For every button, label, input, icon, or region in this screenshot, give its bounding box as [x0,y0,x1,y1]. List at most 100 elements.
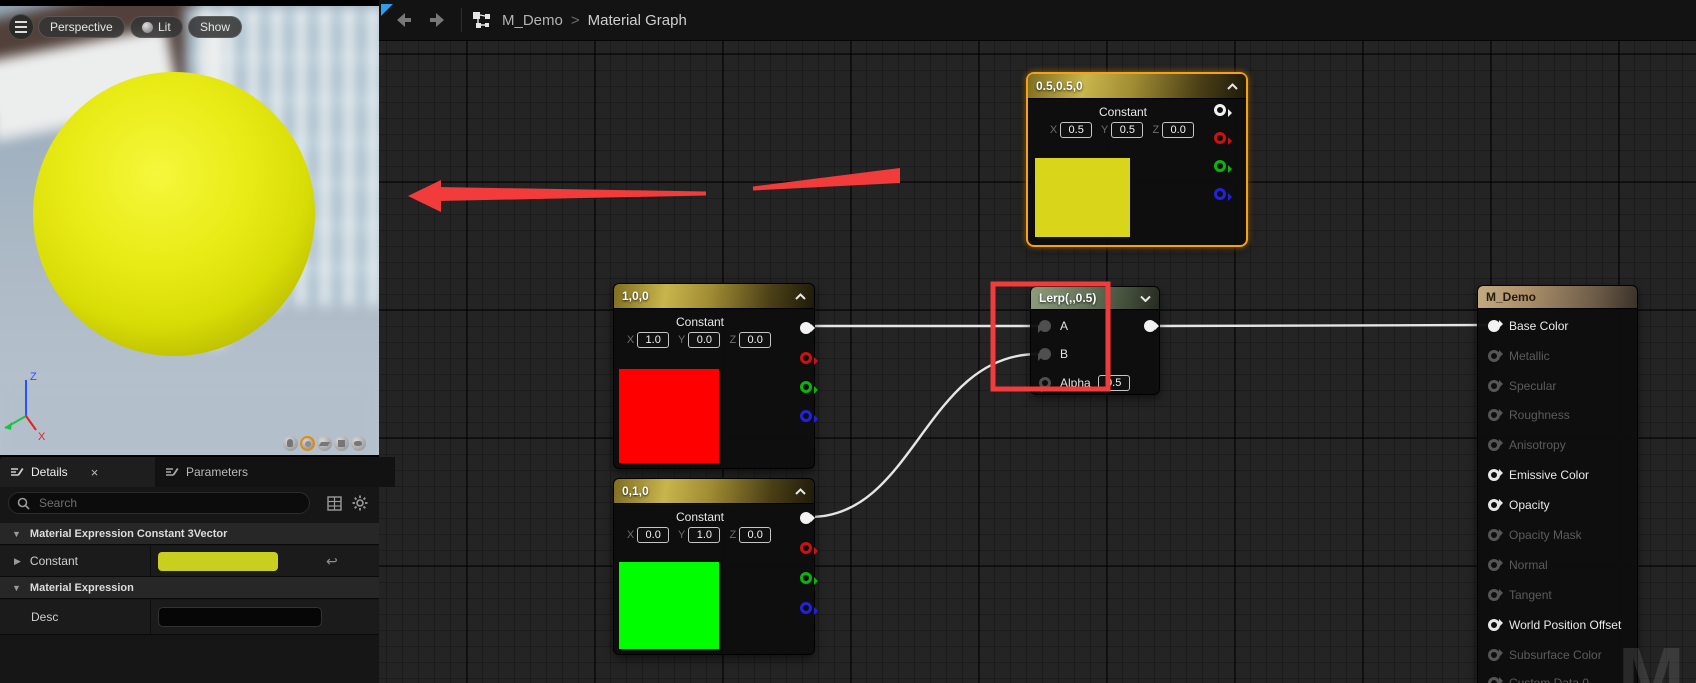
pin-row-subsurface-color[interactable]: Subsurface Color [1488,647,1602,663]
search-icon [17,497,30,510]
color-preview [619,562,719,649]
output-pin-rgb[interactable] [800,322,812,334]
mesh-cube-button[interactable] [334,436,349,451]
node-header[interactable]: M_Demo [1478,286,1637,309]
output-pin-b[interactable] [800,410,812,422]
section-material-expression[interactable]: ▼ Material Expression [0,577,379,599]
pin-row-tangent[interactable]: Tangent [1488,587,1552,603]
node-constant-half[interactable]: 0.5,0.5,0 Constant X0.5 Y0.5 Z0.0 [1026,72,1248,247]
gizmo-x-label: X [38,431,46,443]
input-pin-alpha[interactable] [1039,377,1051,389]
output-pin-rgb[interactable] [1214,104,1226,116]
output-pin-rgb[interactable] [800,512,812,524]
z-value-box[interactable]: 0.0 [1162,122,1194,138]
node-constant-red[interactable]: 1,0,0 Constant X1.0 Y0.0 Z0.0 [613,283,815,469]
collapse-chevron-up-icon[interactable] [795,488,806,495]
perspective-button[interactable]: Perspective [38,16,125,38]
node-header[interactable]: 0.5,0.5,0 [1028,74,1246,99]
panel-tab-bar: Details × Parameters [0,457,379,487]
output-pin-b[interactable] [800,602,812,614]
settings-gear-icon[interactable] [352,495,368,511]
z-value-box[interactable]: 0.0 [739,332,771,348]
collapse-chevron-up-icon[interactable] [795,293,806,300]
node-lerp[interactable]: Lerp(,,0.5) A B Alpha 0.5 [1030,286,1160,395]
output-pin-r[interactable] [800,352,812,364]
constant-color-swatch[interactable] [158,552,278,571]
forward-arrow-icon[interactable] [427,9,449,31]
x-value-box[interactable]: 0.5 [1060,122,1092,138]
output-pin-r[interactable] [800,542,812,554]
expander-right-icon[interactable]: ▶ [14,556,21,567]
details-panel: Details × Parameters [0,455,379,683]
search-input[interactable] [37,495,301,511]
pin-row-anisotropy[interactable]: Anisotropy [1488,437,1566,453]
alpha-value-box[interactable]: 0.5 [1098,375,1130,391]
parameters-tab-icon [165,466,179,478]
graph-watermark: MAT [1618,630,1696,683]
mesh-plane-button[interactable] [317,436,332,451]
node-material-result[interactable]: M_Demo Base Color Metallic Specular Roug… [1477,285,1638,683]
back-arrow-icon[interactable] [392,9,414,31]
toolbar-separator [461,8,462,32]
x-value-box[interactable]: 1.0 [637,332,669,348]
pin-row-base-color[interactable]: Base Color [1488,318,1568,334]
output-pin-r[interactable] [1214,132,1226,144]
expander-down-icon[interactable]: ▼ [12,529,21,539]
y-value-box[interactable]: 0.0 [688,332,720,348]
pin-row-roughness[interactable]: Roughness [1488,407,1570,423]
breadcrumb-material[interactable]: M_Demo [502,12,563,29]
tab-details[interactable]: Details × [0,457,172,487]
reset-to-default-icon[interactable]: ↩ [326,553,338,570]
node-header[interactable]: Lerp(,,0.5) [1031,287,1159,310]
y-value-box[interactable]: 0.5 [1111,122,1143,138]
display-filter-icon[interactable] [327,496,342,511]
expander-down-icon[interactable]: ▼ [12,583,21,593]
z-value-box[interactable]: 0.0 [739,527,771,543]
tab-parameters[interactable]: Parameters [155,457,395,487]
mesh-teapot-button[interactable] [351,436,366,451]
output-pin-b[interactable] [1214,188,1226,200]
pin-row-custom-data-0[interactable]: Custom Data 0 [1488,675,1589,683]
color-preview [1035,158,1130,237]
collapse-chevron-up-icon[interactable] [1227,83,1238,90]
lerp-input-a-row: A [1039,318,1068,334]
output-pin-g[interactable] [1214,160,1226,172]
node-type-label: Constant [614,315,814,329]
node-header[interactable]: 0,1,0 [614,479,814,504]
mesh-cylinder-button[interactable] [283,436,298,451]
lerp-input-b-row: B [1039,346,1068,362]
output-pin-g[interactable] [800,572,812,584]
x-value-box[interactable]: 0.0 [637,527,669,543]
pin-row-opacity-mask[interactable]: Opacity Mask [1488,527,1582,543]
mesh-sphere-button[interactable] [300,436,315,451]
gizmo-z-label: Z [30,371,37,383]
input-pin-a[interactable] [1039,320,1051,332]
pin-row-metallic[interactable]: Metallic [1488,348,1550,364]
node-constant-green[interactable]: 0,1,0 Constant X0.0 Y1.0 Z0.0 [613,478,815,655]
graph-icon [472,10,492,30]
pin-row-emissive-color[interactable]: Emissive Color [1488,467,1589,483]
pin-row-specular[interactable]: Specular [1488,378,1556,394]
show-button[interactable]: Show [188,16,242,38]
color-preview [619,369,719,463]
desc-input[interactable] [158,607,322,627]
pin-row-opacity[interactable]: Opacity [1488,497,1550,513]
preview-viewport[interactable]: Perspective Lit Show Z X [0,6,379,455]
lit-mode-button[interactable]: Lit [130,16,183,38]
viewport-menu-button[interactable] [8,14,34,40]
preview-sphere[interactable] [33,72,315,356]
search-box[interactable] [8,492,310,514]
output-pin[interactable] [1144,320,1156,332]
y-value-box[interactable]: 1.0 [688,527,720,543]
input-pin-b[interactable] [1039,348,1051,360]
pin-row-normal[interactable]: Normal [1488,557,1548,573]
collapse-chevron-down-icon[interactable] [1140,295,1151,302]
vector-values-row: X0.0 Y1.0 Z0.0 [614,527,814,543]
window-edge [0,0,379,6]
output-pin-g[interactable] [800,381,812,393]
section-material-expression-constant-3vector[interactable]: ▼ Material Expression Constant 3Vector [0,523,379,545]
pin-row-world-position-offset[interactable]: World Position Offset [1488,617,1621,633]
constant-property-row: ▶ Constant ↩ [0,546,379,577]
node-header[interactable]: 1,0,0 [614,284,814,309]
close-tab-icon[interactable]: × [91,465,99,480]
